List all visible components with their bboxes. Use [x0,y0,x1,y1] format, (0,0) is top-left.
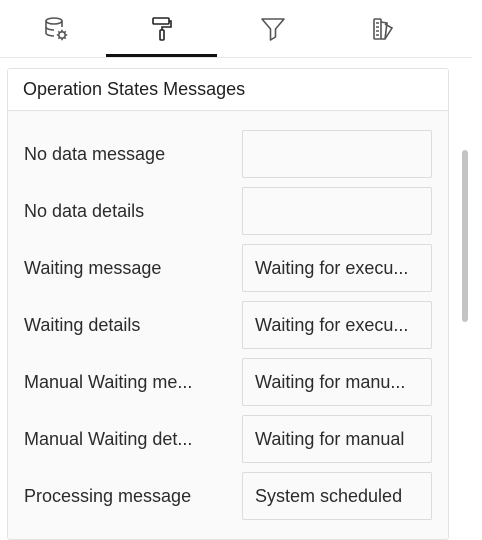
paint-roller-icon [148,15,176,43]
tab-data[interactable] [0,0,111,57]
form-row: Waiting details [8,301,448,349]
waiting-message-input[interactable] [242,244,432,292]
manual-waiting-message-input[interactable] [242,358,432,406]
form-row: No data message [8,130,448,178]
tab-filter[interactable] [217,0,328,57]
field-label: Waiting details [24,315,141,335]
manual-waiting-details-input[interactable] [242,415,432,463]
field-label: No data message [24,144,166,164]
filter-icon [259,15,287,43]
field-label: Processing message [24,486,192,506]
color-palette-icon [370,15,398,43]
processing-message-input[interactable] [242,472,432,520]
no-data-message-input[interactable] [242,130,432,178]
tab-bar [0,0,472,58]
field-label: Manual Waiting me... [24,372,193,392]
database-settings-icon [42,15,70,43]
tab-format[interactable] [106,0,217,57]
form-row: Processing message [8,472,448,520]
vertical-scrollbar[interactable] [462,150,468,322]
waiting-details-input[interactable] [242,301,432,349]
no-data-details-input[interactable] [242,187,432,235]
field-label: Waiting message [24,258,162,278]
form-row: Waiting message [8,244,448,292]
field-label: Manual Waiting det... [24,429,193,449]
panel-title: Operation States Messages [8,69,448,111]
form-row: No data details [8,187,448,235]
field-label: No data details [24,201,145,221]
tab-theme[interactable] [328,0,439,57]
form-row: Manual Waiting det... [8,415,448,463]
operation-states-panel: Operation States Messages No data messag… [7,68,449,540]
form-row: Manual Waiting me... [8,358,448,406]
